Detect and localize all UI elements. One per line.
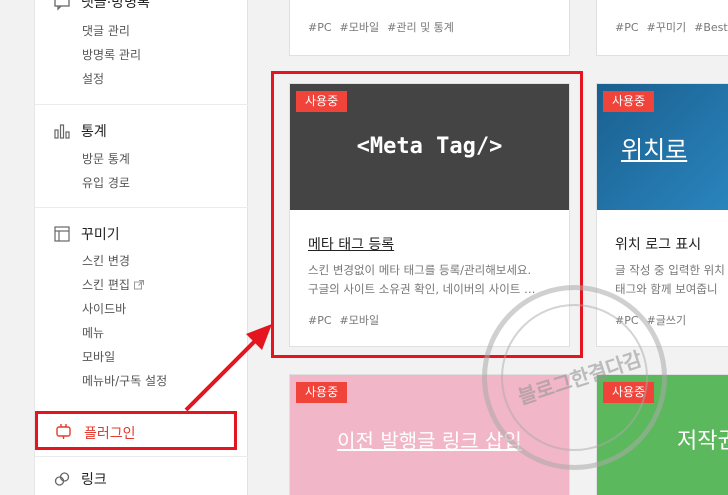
- sidebar-section-decorate[interactable]: 꾸미기: [53, 224, 120, 244]
- sidebar-section-stats[interactable]: 통계: [53, 121, 107, 141]
- bar-chart-icon: [54, 124, 70, 139]
- sidebar-item-comment-manage[interactable]: 댓글 관리: [82, 22, 130, 39]
- sidebar-section-title: 꾸미기: [81, 227, 120, 243]
- tag[interactable]: #글쓰기: [647, 314, 687, 327]
- sidebar-section-title: 댓글·방명록: [81, 0, 150, 11]
- card-tags: #PC #모바일 #관리 및 통계: [308, 19, 462, 35]
- sidebar-item-label: 스킨 편집: [82, 278, 130, 292]
- layout-icon: [54, 226, 70, 242]
- divider: [35, 207, 249, 208]
- sidebar-item-inflow-path[interactable]: 유입 경로: [82, 174, 130, 191]
- sidebar-item-visit-stats[interactable]: 방문 통계: [82, 150, 130, 167]
- sidebar-item-skin-edit[interactable]: 스킨 편집: [82, 276, 144, 293]
- comment-icon: [54, 0, 70, 11]
- sidebar-section-comments[interactable]: 댓글·방명록: [53, 0, 150, 12]
- arrow-head: [246, 324, 272, 350]
- sidebar-item-menubar-subscribe[interactable]: 메뉴바/구독 설정: [82, 372, 167, 389]
- sidebar-section-link[interactable]: 링크: [53, 469, 107, 489]
- card-description-line2: 태그와 함께 보여줍니: [615, 282, 718, 296]
- sidebar-item-label: 플러그인: [84, 426, 136, 442]
- card-description-line1: 글 작성 중 입력한 위치: [615, 263, 725, 277]
- sidebar-item-guestbook-manage[interactable]: 방명록 관리: [82, 46, 141, 63]
- sidebar: 댓글·방명록 댓글 관리 방명록 관리 설정 통계 방문 통계 유입 경로 꾸미…: [34, 0, 249, 495]
- sidebar-item-menu[interactable]: 메뉴: [82, 324, 104, 341]
- sidebar-item-sidebar[interactable]: 사이드바: [82, 300, 126, 317]
- sidebar-item-mobile[interactable]: 모바일: [82, 348, 115, 365]
- tag[interactable]: #관리 및 통계: [387, 21, 454, 34]
- watermark-stamp: 블로그한결다감: [482, 285, 667, 470]
- plug-icon: [56, 424, 71, 439]
- card-tags: #PC #꾸미기 #Best: [615, 19, 728, 35]
- divider: [35, 456, 249, 457]
- tag[interactable]: #Best: [694, 21, 728, 34]
- tag[interactable]: #모바일: [340, 21, 380, 34]
- external-link-icon: [133, 280, 144, 290]
- link-icon: [54, 472, 70, 486]
- sidebar-item-skin-change[interactable]: 스킨 변경: [82, 252, 130, 269]
- tag[interactable]: #PC: [308, 21, 332, 34]
- in-use-badge: 사용중: [296, 382, 348, 403]
- thumbnail-text: 위치로: [621, 136, 688, 164]
- sidebar-section-title: 링크: [81, 472, 107, 488]
- divider: [35, 104, 249, 105]
- plugin-card-top-left[interactable]: #PC #모바일 #관리 및 통계: [289, 0, 570, 56]
- tag[interactable]: #꾸미기: [647, 21, 687, 34]
- plugin-card-top-right[interactable]: #PC #꾸미기 #Best: [596, 0, 728, 56]
- tag[interactable]: #PC: [615, 21, 639, 34]
- in-use-badge: 사용중: [603, 91, 655, 112]
- card-title[interactable]: 위치 로그 표시: [615, 234, 701, 254]
- sidebar-section-title: 통계: [81, 124, 107, 140]
- thumbnail-text: 저작권: [677, 429, 728, 454]
- sidebar-item-plugin[interactable]: 플러그인: [35, 411, 237, 450]
- sidebar-item-settings[interactable]: 설정: [82, 70, 104, 87]
